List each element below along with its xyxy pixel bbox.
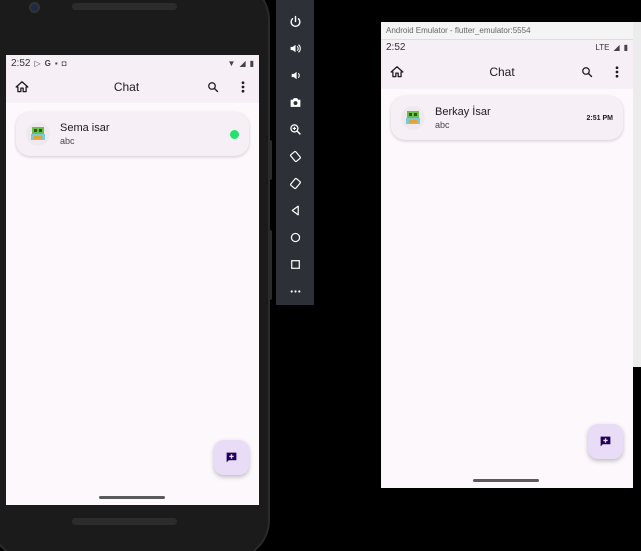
search-icon[interactable] xyxy=(205,79,221,95)
right-emulator-screen: 2:52 LTE ◢ ▮ Chat Berkay İsar abc 2:51 P… xyxy=(381,40,633,488)
home-icon[interactable] xyxy=(389,64,405,80)
notification-icon: ◘ xyxy=(61,58,67,68)
home-icon[interactable] xyxy=(14,79,30,95)
emulator-window-title: Android Emulator - flutter_emulator:5554 xyxy=(386,26,531,35)
new-chat-fab[interactable] xyxy=(214,440,249,475)
emulator-window-edge xyxy=(633,22,641,367)
add-comment-icon xyxy=(226,452,237,463)
app-bar: Chat xyxy=(381,55,633,89)
power-side-button xyxy=(268,140,272,180)
sim-icon: ▪ xyxy=(54,58,58,68)
emulator-title-bar[interactable]: Android Emulator - flutter_emulator:5554 xyxy=(381,22,633,40)
gesture-bar[interactable] xyxy=(473,479,539,482)
app-bar: Chat xyxy=(6,71,259,103)
chat-time: 2:51 PM xyxy=(586,114,613,122)
bottom-speaker xyxy=(72,518,177,525)
earpiece-speaker xyxy=(72,3,177,10)
chat-list-item[interactable]: Sema isar abc xyxy=(16,112,249,156)
status-time: 2:52 xyxy=(11,57,31,69)
status-bar: 2:52 LTE ◢ ▮ xyxy=(381,40,633,55)
zoom-icon[interactable] xyxy=(282,116,308,143)
avatar xyxy=(26,122,50,146)
front-camera xyxy=(29,2,40,13)
online-status-dot xyxy=(230,129,239,139)
status-time: 2:52 xyxy=(386,42,406,53)
signal-icon: ◢ xyxy=(613,43,620,52)
chat-name: Sema isar xyxy=(60,122,110,134)
chat-name: Berkay İsar xyxy=(435,106,491,118)
rotate-right-icon[interactable] xyxy=(282,170,308,197)
power-icon[interactable] xyxy=(282,8,308,35)
add-comment-icon xyxy=(600,436,611,447)
rotate-left-icon[interactable] xyxy=(282,143,308,170)
chat-last-message: abc xyxy=(60,136,75,146)
avatar xyxy=(401,106,425,130)
app-title: Chat xyxy=(113,80,140,94)
more-vert-icon[interactable] xyxy=(609,64,625,80)
chat-last-message: abc xyxy=(435,120,450,130)
new-chat-fab[interactable] xyxy=(588,424,623,459)
play-store-icon: ▷ xyxy=(34,58,41,68)
overview-icon[interactable] xyxy=(282,251,308,278)
google-icon: G xyxy=(44,58,51,68)
back-icon[interactable] xyxy=(282,197,308,224)
battery-icon: ▮ xyxy=(249,58,254,68)
signal-icon: ◢ xyxy=(239,58,246,68)
volume-side-button xyxy=(268,230,272,300)
camera-icon[interactable] xyxy=(282,89,308,116)
left-phone-screen: 2:52 ▷ G ▪ ◘ ▼ ◢ ▮ Chat Sema isar abc xyxy=(6,55,259,505)
volume-up-icon[interactable] xyxy=(282,35,308,62)
network-type: LTE xyxy=(595,43,610,52)
home-circle-icon[interactable] xyxy=(282,224,308,251)
status-bar: 2:52 ▷ G ▪ ◘ ▼ ◢ ▮ xyxy=(6,55,259,71)
wifi-icon: ▼ xyxy=(227,58,236,68)
more-horiz-icon[interactable] xyxy=(282,278,308,305)
battery-icon: ▮ xyxy=(623,43,628,52)
app-title: Chat xyxy=(489,65,515,79)
search-icon[interactable] xyxy=(579,64,595,80)
more-vert-icon[interactable] xyxy=(235,79,251,95)
emulator-toolbar xyxy=(276,0,314,305)
chat-list-item[interactable]: Berkay İsar abc 2:51 PM xyxy=(391,96,623,140)
volume-down-icon[interactable] xyxy=(282,62,308,89)
gesture-bar[interactable] xyxy=(99,496,165,499)
